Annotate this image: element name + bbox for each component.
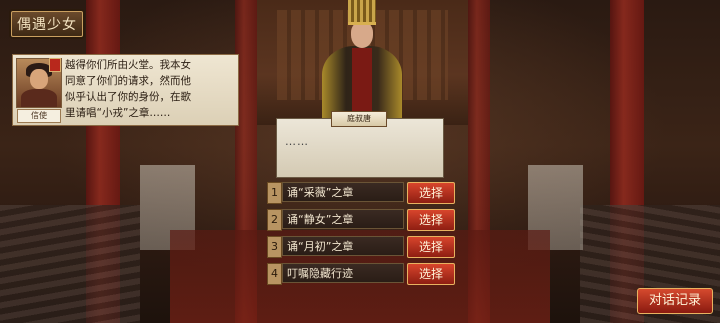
select-button[interactable]: 选择 [407, 236, 455, 258]
event-title: 偶遇少女 [17, 17, 77, 33]
select-button[interactable]: 选择 [407, 182, 455, 204]
speaker-dialog-box: …… [276, 118, 444, 178]
speaker-text: …… [285, 135, 309, 148]
choice-number: 4 [267, 263, 282, 285]
npc-dialog-text: 越得你们所由火堂。我本女 同意了你们的请求，然而他 似乎认出了你的身份，在歌 里… [65, 57, 233, 121]
stairs-left [0, 205, 140, 323]
choice-number: 2 [267, 209, 282, 231]
speaker-character-portrait [322, 0, 402, 118]
dialog-line: 似乎认出了你的身份，在歌 [65, 91, 191, 103]
choice-text[interactable]: 诵“采薇”之章 [282, 182, 404, 202]
choice-text[interactable]: 叮嘱隐藏行迹 [282, 263, 404, 283]
dialog-line: 里请唱“小戎”之章…… [65, 107, 171, 119]
choice-option[interactable]: 1 诵“采薇”之章 选择 [267, 182, 455, 204]
dialog-line: 同意了你们的请求，然而他 [65, 75, 191, 87]
choice-number: 3 [267, 236, 282, 258]
choice-option[interactable]: 4 叮嘱隐藏行迹 选择 [267, 263, 455, 285]
npc-rank-badge [49, 58, 61, 72]
select-button[interactable]: 选择 [407, 209, 455, 231]
choice-text[interactable]: 诵“静女”之章 [282, 209, 404, 229]
select-button[interactable]: 选择 [407, 263, 455, 285]
npc-name-label: 信使 [17, 109, 61, 123]
dialog-log-button[interactable]: 对话记录 [637, 288, 713, 314]
speaker-name-tag: 庭叔唐 [331, 111, 387, 127]
npc-dialog-box: 信使 越得你们所由火堂。我本女 同意了你们的请求，然而他 似乎认出了你的身份，在… [12, 54, 239, 126]
crown-icon [348, 0, 376, 25]
event-title-banner: 偶遇少女 [11, 11, 83, 37]
choice-option[interactable]: 2 诵“静女”之章 选择 [267, 209, 455, 231]
choice-text[interactable]: 诵“月初”之章 [282, 236, 404, 256]
choice-option[interactable]: 3 诵“月初”之章 选择 [267, 236, 455, 258]
dialog-line: 越得你们所由火堂。我本女 [65, 59, 191, 71]
choice-number: 1 [267, 182, 282, 204]
